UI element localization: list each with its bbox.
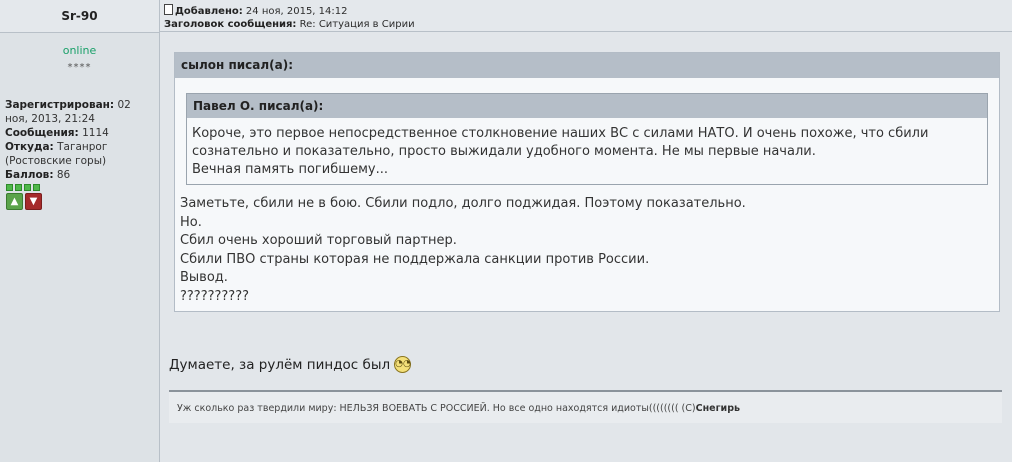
rating-dot: [24, 184, 31, 191]
messages-row: Сообщения: 1114: [5, 126, 154, 140]
messages-value: 1114: [82, 127, 109, 139]
author-name[interactable]: Sr-90: [61, 9, 97, 23]
added-row: Добавлено: 24 ноя, 2015, 14:12: [164, 4, 1008, 18]
quote-inner-line: Вечная память погибшему...: [192, 162, 389, 177]
message-text: Думаете, за рулём пиндос был: [169, 356, 391, 373]
thumbs-up-icon[interactable]: ▲: [6, 193, 23, 210]
rating-dot: [6, 184, 13, 191]
author-panel: Sr-90 online **** Зарегистрирован: 02 но…: [0, 0, 160, 462]
signature-text: Уж сколько раз твердили миру: НЕЛЬЗЯ ВОЕ…: [177, 403, 696, 414]
signature-author: Снегирь: [695, 403, 741, 414]
signature: Уж сколько раз твердили миру: НЕЛЬЗЯ ВОЕ…: [169, 390, 1002, 423]
author-info: Зарегистрирован: 02 ноя, 2013, 21:24 Соо…: [0, 98, 159, 182]
rating-dot: [33, 184, 40, 191]
registered-label: Зарегистрирован:: [5, 99, 115, 111]
rating-dot: [15, 184, 22, 191]
quote-outer-line: Заметьте, сбили не в бою. Сбили подло, д…: [180, 196, 746, 211]
subject-value: Re: Ситуация в Сирии: [299, 19, 415, 30]
quote-outer-title: сылон писал(а):: [175, 53, 999, 78]
rank-stars: ****: [67, 62, 92, 73]
registered-row: Зарегистрирован: 02 ноя, 2013, 21:24: [5, 98, 154, 126]
subject-row: Заголовок сообщения: Re: Ситуация в Сири…: [164, 18, 1008, 31]
post-header: Добавлено: 24 ноя, 2015, 14:12 Заголовок…: [160, 0, 1012, 32]
added-label: Добавлено:: [175, 6, 243, 17]
quote-inner-body: Короче, это первое непосредственное стол…: [187, 118, 987, 184]
quote-outer: сылон писал(а): Павел О. писал(а): Короч…: [174, 52, 1000, 312]
quote-outer-line: Вывод.: [180, 270, 228, 285]
post-panel: Добавлено: 24 ноя, 2015, 14:12 Заголовок…: [160, 0, 1012, 462]
rating-dots: [0, 184, 159, 191]
post-message: Думаете, за рулём пиндос был ◔◔: [169, 356, 412, 373]
quote-inner-line: Короче, это первое непосредственное стол…: [192, 126, 929, 141]
quote-outer-line: Сбили ПВО страны которая не поддержала с…: [180, 251, 650, 267]
document-icon[interactable]: [164, 4, 173, 15]
quote-outer-line: Сбил очень хороший торговый партнер.: [180, 233, 457, 248]
rating-buttons: ▲ ▼: [0, 193, 159, 210]
quote-inner: Павел О. писал(а): Короче, это первое не…: [186, 93, 988, 185]
author-header: Sr-90: [0, 0, 159, 33]
quote-outer-body: Заметьте, сбили не в бою. Сбили подло, д…: [175, 185, 999, 311]
points-label: Баллов:: [5, 169, 54, 181]
added-value: 24 ноя, 2015, 14:12: [245, 6, 348, 17]
messages-label: Сообщения:: [5, 127, 79, 139]
points-value: 86: [56, 169, 71, 181]
quote-inner-title: Павел О. писал(а):: [187, 94, 987, 118]
subject-label: Заголовок сообщения:: [164, 19, 297, 30]
confused-smiley-icon: ◔◔: [394, 356, 412, 373]
online-status: online: [62, 44, 97, 57]
from-row: Откуда: Таганрог (Ростовские горы): [5, 140, 154, 168]
points-row: Баллов: 86: [5, 168, 154, 182]
quote-outer-line: ??????????: [180, 288, 249, 304]
quote-inner-line: сознательно и показательно, просто выжид…: [192, 144, 816, 159]
quote-outer-line: Но.: [180, 214, 202, 230]
from-label: Откуда:: [5, 141, 54, 153]
thumbs-down-icon[interactable]: ▼: [25, 193, 42, 210]
